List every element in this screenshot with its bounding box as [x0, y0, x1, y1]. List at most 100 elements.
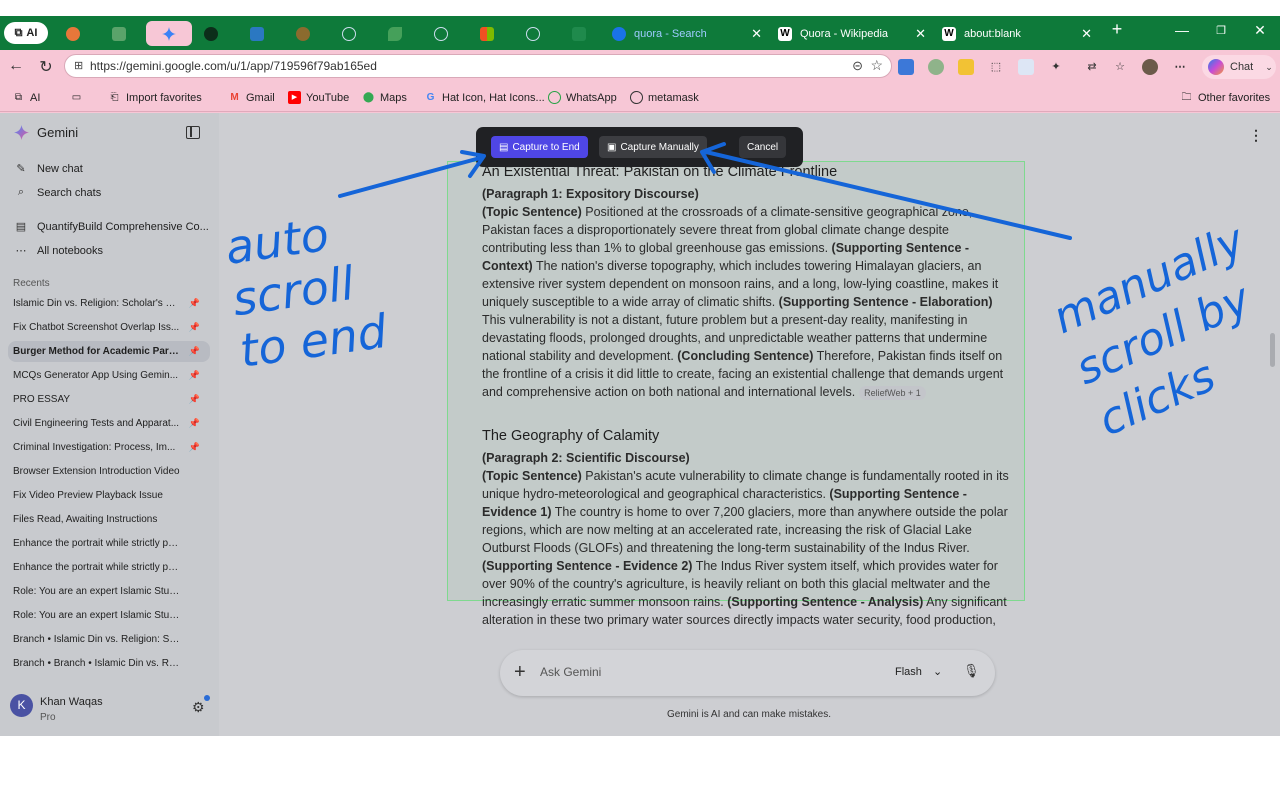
recent-chat-item[interactable]: Islamic Din vs. Religion: Scholar's G...… — [8, 293, 210, 314]
sidebar-toggle-icon[interactable] — [186, 126, 200, 139]
pin-icon[interactable]: 📌 — [189, 437, 200, 458]
maps-pin-icon: ⬤ — [362, 92, 375, 103]
bookmark-maps[interactable]: ⬤ Maps — [362, 91, 407, 104]
bookmark-whatsapp[interactable]: WhatsApp — [548, 91, 617, 104]
extension-icon[interactable] — [1018, 59, 1034, 75]
settings-gear-icon[interactable]: ⚙ — [192, 699, 205, 716]
favorites-icon[interactable]: ☆ — [1112, 59, 1128, 75]
bookmark-folder[interactable]: ▭ — [70, 91, 83, 104]
profile-avatar[interactable] — [1142, 59, 1158, 75]
recent-chat-item[interactable]: Fix Chatbot Screenshot Overlap Iss... 📌 — [8, 317, 210, 338]
tab-quora-search[interactable]: quora - Search ✕ — [604, 21, 768, 46]
recent-chat-item[interactable]: Role: You are an expert Islamic Studies … — [8, 605, 210, 626]
search-chats-button[interactable]: ⌕ Search chats — [14, 186, 101, 199]
restore-button[interactable]: ❐ — [1201, 24, 1241, 37]
tab-pinned-4[interactable] — [242, 21, 276, 46]
bookmark-import-favorites[interactable]: ⎗ Import favorites — [108, 91, 202, 104]
new-tab-button[interactable]: + — [1097, 19, 1137, 40]
tab-pinned-9[interactable] — [472, 21, 506, 46]
tab-quora-wikipedia[interactable]: W Quora - Wikipedia ✕ — [770, 21, 932, 46]
address-bar[interactable]: ⊞ https://gemini.google.com/u/1/app/7195… — [64, 54, 892, 78]
bookmark-metamask[interactable]: metamask — [630, 91, 699, 104]
bookmark-gmail[interactable]: M Gmail — [228, 91, 274, 104]
extension-icon[interactable] — [928, 59, 944, 75]
bookmark-ai[interactable]: ⧉ AI — [12, 91, 40, 104]
add-attachment-icon[interactable]: + — [514, 661, 526, 684]
pin-icon[interactable]: 📌 — [189, 413, 200, 434]
notebook-item[interactable]: ▤ QuantifyBuild Comprehensive Co... — [14, 220, 209, 234]
pin-icon[interactable]: 📌 — [189, 293, 200, 314]
favorite-star-icon[interactable]: ☆ — [870, 57, 883, 74]
copilot-icon — [1208, 59, 1224, 75]
recent-chat-item[interactable]: MCQs Generator App Using Gemin... 📌 — [8, 365, 210, 386]
recent-chat-item[interactable]: Browser Extension Introduction Video — [8, 461, 210, 482]
tab-pinned-7[interactable] — [380, 21, 414, 46]
new-chat-button[interactable]: ✎ New chat — [14, 162, 82, 176]
zoom-icon[interactable]: ⊝ — [852, 58, 863, 74]
close-tab-icon[interactable]: ✕ — [915, 26, 926, 42]
pin-icon[interactable]: 📌 — [189, 317, 200, 338]
model-selector[interactable]: Flash ⌄ — [895, 665, 942, 678]
extensions-puzzle-icon[interactable]: ✦ — [1048, 59, 1064, 75]
recent-chat-item[interactable]: Enhance the portrait while strictly pres… — [8, 533, 210, 554]
tab-pinned-2[interactable] — [104, 21, 138, 46]
recent-chat-item[interactable]: Branch • Islamic Din vs. Religion: Schol… — [8, 629, 210, 650]
screenshot-extension-icon[interactable]: ⬚ — [988, 59, 1004, 75]
recent-chat-item[interactable]: Burger Method for Academic Para... 📌 — [8, 341, 210, 362]
site-info-icon[interactable]: ⊞ — [74, 59, 83, 72]
url-text[interactable]: https://gemini.google.com/u/1/app/719596… — [90, 59, 377, 73]
tab-pinned-10[interactable] — [518, 21, 552, 46]
minimize-button[interactable]: — — [1162, 22, 1202, 38]
tab-pinned-11[interactable] — [564, 21, 598, 46]
capture-manually-button[interactable]: ▣ Capture Manually — [599, 136, 707, 158]
ai-workspace-pill[interactable]: ⧉ AI — [4, 22, 48, 44]
avatar[interactable]: K — [10, 694, 33, 717]
extension-icon[interactable] — [958, 59, 974, 75]
more-options-icon[interactable]: ⋮ — [1249, 127, 1263, 144]
bookmark-hat-icons[interactable]: G Hat Icon, Hat Icons... — [424, 91, 545, 104]
account-section[interactable]: K Khan Waqas Pro ⚙ — [0, 687, 219, 736]
tab-about-blank[interactable]: W about:blank ✕ — [934, 21, 1098, 46]
import-icon: ⎗ — [110, 92, 119, 103]
recent-chat-item[interactable]: PRO ESSAY 📌 — [8, 389, 210, 410]
recent-chat-item[interactable]: Fix Video Preview Playback Issue — [8, 485, 210, 506]
more-menu-icon[interactable]: ⋯ — [1172, 59, 1188, 75]
extension-icon[interactable] — [898, 59, 914, 75]
scrollbar-thumb[interactable] — [1270, 333, 1275, 367]
source-chip[interactable]: ReliefWeb + 1 — [859, 386, 926, 400]
recent-chat-item[interactable]: Role: You are an expert Islamic Studies … — [8, 581, 210, 602]
tab-favicon-icon — [388, 26, 402, 41]
close-tab-icon[interactable]: ✕ — [751, 26, 762, 42]
brand-name: Gemini — [37, 125, 79, 140]
close-window-button[interactable]: ✕ — [1240, 22, 1280, 39]
recent-chat-item[interactable]: Criminal Investigation: Process, Im... 📌 — [8, 437, 210, 458]
pin-icon[interactable]: 📌 — [189, 389, 200, 410]
back-icon[interactable]: ← — [6, 57, 26, 75]
other-favorites-folder[interactable]: 🗀 Other favorites — [1180, 91, 1271, 104]
tab-pinned-1[interactable] — [58, 21, 92, 46]
refresh-icon[interactable]: ↻ — [36, 57, 56, 77]
close-tab-icon[interactable]: ✕ — [1081, 26, 1092, 42]
recent-chat-item[interactable]: Files Read, Awaiting Instructions — [8, 509, 210, 530]
copilot-chat-button[interactable]: Chat ⌄ — [1202, 55, 1276, 79]
cancel-capture-button[interactable]: Cancel — [739, 136, 787, 158]
all-notebooks-link[interactable]: ⋯ All notebooks — [14, 244, 104, 258]
tab-pinned-5[interactable] — [288, 21, 322, 46]
pin-icon[interactable]: 📌 — [189, 365, 200, 386]
tab-pinned-8[interactable] — [426, 21, 460, 46]
tab-pinned-3[interactable] — [196, 21, 230, 46]
recents-heading: Recents — [13, 278, 50, 289]
sidebar: Gemini ✎ New chat ⌕ Search chats ▤ Quantify… — [0, 113, 219, 736]
tab-pinned-6[interactable] — [334, 21, 368, 46]
pin-icon[interactable]: 📌 — [189, 341, 200, 362]
recent-chat-item[interactable]: Branch • Branch • Islamic Din vs. Religi… — [8, 653, 210, 674]
capture-to-end-button[interactable]: ▤ Capture to End — [491, 136, 588, 158]
prompt-placeholder[interactable]: Ask Gemini — [540, 665, 601, 679]
prompt-input-bar[interactable]: + Ask Gemini Flash ⌄ 🎙 — [500, 650, 995, 696]
microphone-icon[interactable]: 🎙 — [963, 663, 980, 679]
recent-chat-item[interactable]: Enhance the portrait while strictly pres… — [8, 557, 210, 578]
recent-chat-item[interactable]: Civil Engineering Tests and Apparat... 📌 — [8, 413, 210, 434]
split-screen-icon[interactable]: ⇄ — [1084, 59, 1100, 75]
tab-gemini-active[interactable] — [146, 21, 192, 46]
bookmark-youtube[interactable]: ▶ YouTube — [288, 91, 349, 104]
